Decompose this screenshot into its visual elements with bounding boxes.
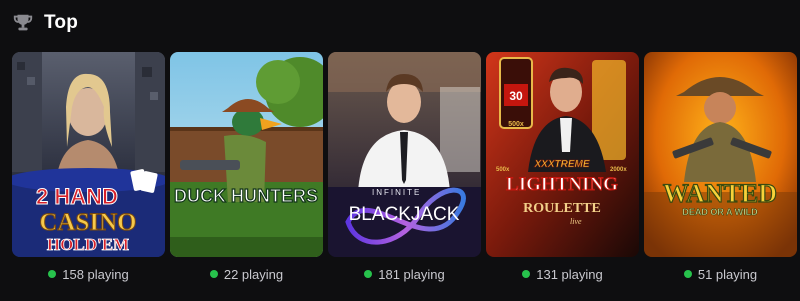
game-card-casino-holdem[interactable]: 2 HAND CASINO HOLD'EM [12, 52, 165, 257]
player-count-text: 131 playing [536, 266, 603, 282]
game-list: 2 HAND CASINO HOLD'EM 158 playing DUCK H… [12, 52, 797, 282]
player-count: 131 playing [522, 266, 603, 282]
section-header: Top [12, 9, 78, 37]
game-thumbnail: INFINITE BLACKJACK [328, 52, 481, 257]
multiplier-right: 2000x [610, 167, 627, 173]
online-indicator [522, 270, 531, 278]
player-count: 158 playing [48, 266, 129, 282]
game-item: WANTED DEAD OR A WILD 51 playing [644, 52, 797, 282]
game-title-prefix: XXXTREME [533, 159, 589, 170]
online-indicator [48, 270, 57, 278]
result-multiplier: 500x [508, 121, 524, 128]
live-tag: live [570, 217, 582, 226]
game-title-suffix: DEAD OR A WILD [682, 207, 758, 217]
trophy-icon [13, 14, 33, 31]
game-title-suffix: ROULETTE [523, 201, 601, 216]
game-thumbnail: WANTED DEAD OR A WILD [644, 52, 797, 257]
online-indicator [209, 270, 218, 278]
player-count: 181 playing [364, 266, 445, 282]
player-count: 22 playing [209, 266, 284, 282]
game-title: DUCK HUNTERS [174, 186, 318, 206]
game-title-suffix: HOLD'EM [47, 235, 129, 254]
game-title: WANTED [663, 179, 777, 208]
multiplier-left: 500x [496, 167, 510, 173]
player-count: 51 playing [683, 266, 758, 282]
game-title: LIGHTNING [506, 174, 618, 195]
game-card-infinite-blackjack[interactable]: INFINITE BLACKJACK [328, 52, 481, 257]
game-title-prefix: 2 HAND [36, 184, 118, 209]
game-item: 2 HAND CASINO HOLD'EM 158 playing [12, 52, 165, 282]
game-title-prefix: INFINITE [372, 188, 421, 197]
online-indicator [364, 270, 373, 278]
game-title: CASINO [39, 209, 136, 236]
player-count-text: 181 playing [378, 266, 445, 282]
game-item: DUCK HUNTERS 22 playing [170, 52, 323, 282]
player-count-text: 51 playing [697, 266, 758, 282]
game-thumbnail: 2 HAND CASINO HOLD'EM [12, 52, 165, 257]
game-card-xxxtreme-lightning-roulette[interactable]: 30 500x 500x 2000x XXXTREME LIGHTNING RO… [486, 52, 639, 257]
game-card-duck-hunters[interactable]: DUCK HUNTERS [170, 52, 323, 257]
player-count-text: 22 playing [223, 266, 284, 282]
game-item: 30 500x 500x 2000x XXXTREME LIGHTNING RO… [486, 52, 639, 282]
game-card-wanted-dead-or-a-wild[interactable]: WANTED DEAD OR A WILD [644, 52, 797, 257]
result-number: 30 [509, 89, 523, 103]
game-thumbnail: 30 500x 500x 2000x XXXTREME LIGHTNING RO… [486, 52, 639, 257]
game-item: INFINITE BLACKJACK 181 playing [328, 52, 481, 282]
player-count-text: 158 playing [62, 266, 129, 282]
game-title: BLACKJACK [349, 204, 460, 225]
game-thumbnail: DUCK HUNTERS [170, 52, 323, 257]
section-title: Top [44, 12, 79, 33]
online-indicator [683, 270, 692, 278]
